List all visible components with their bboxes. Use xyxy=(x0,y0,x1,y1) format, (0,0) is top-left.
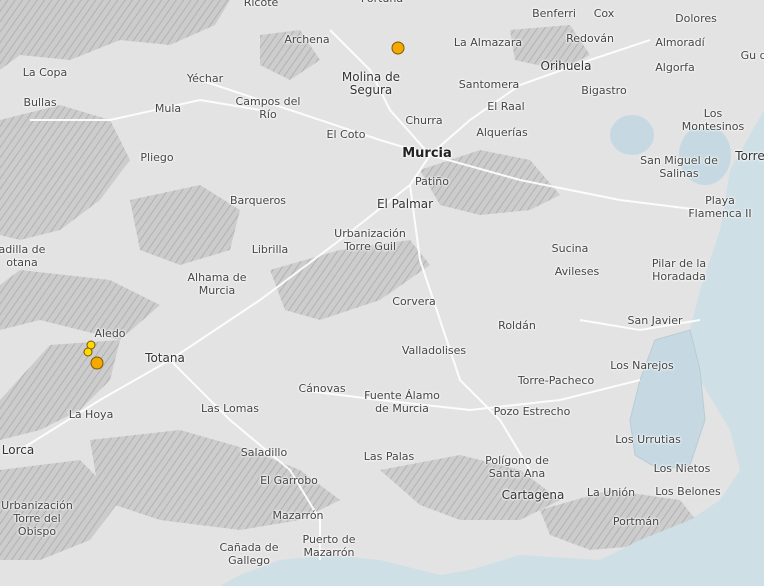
place-label-la-hoya: La Hoya xyxy=(68,408,114,421)
place-label-los-nietos: Los Nietos xyxy=(653,462,711,475)
place-label-poligono: Polígono de Santa Ana xyxy=(485,454,549,480)
place-label-mazarron: Mazarrón xyxy=(272,509,324,522)
place-label-churra: Churra xyxy=(405,114,443,127)
place-label-avileses: Avileses xyxy=(554,265,600,278)
place-label-torrevieja: Torre xyxy=(735,149,764,163)
map-marker-aledo-2[interactable] xyxy=(83,347,93,357)
place-label-murcia: Murcia xyxy=(402,146,452,161)
place-label-la-union: La Unión xyxy=(586,486,636,499)
place-label-puerto-mazarron: Puerto de Mazarrón xyxy=(302,533,356,559)
place-label-redovan: Redován xyxy=(566,32,614,45)
place-label-guardamar: Gu de xyxy=(740,49,764,62)
map-marker-aledo-3[interactable] xyxy=(90,356,104,370)
place-label-los-montesinos: Los Montesinos xyxy=(681,107,745,133)
place-label-mula: Mula xyxy=(154,102,182,115)
place-label-bigastro: Bigastro xyxy=(581,84,627,97)
place-label-ricote: Ricote xyxy=(243,0,279,9)
place-label-roldan: Roldán xyxy=(498,319,536,332)
place-label-valladolises: Valladolises xyxy=(401,344,467,357)
place-label-fuente-alamo: Fuente Álamo de Murcia xyxy=(364,389,440,415)
place-label-librilla: Librilla xyxy=(251,243,289,256)
place-label-pozo-estrecho: Pozo Estrecho xyxy=(493,405,571,418)
place-label-las-palas: Las Palas xyxy=(363,450,415,463)
place-label-los-narejos: Los Narejos xyxy=(610,359,674,372)
place-label-bullas: Bullas xyxy=(23,96,57,109)
place-label-lorca: Lorca xyxy=(1,443,35,457)
place-label-benferri: Benferri xyxy=(532,7,576,20)
place-label-barqueros: Barqueros xyxy=(229,194,287,207)
place-label-cartagena: Cartagena xyxy=(501,488,565,502)
map-canvas[interactable]: Ricote Fortuna Benferri Cox Dolores Archena La… xyxy=(0,0,764,586)
place-label-urb-torre-obispo: Urbanización Torre del Obispo xyxy=(1,499,73,538)
place-label-las-lomas: Las Lomas xyxy=(201,402,259,415)
place-label-campos-del-rio: Campos del Río xyxy=(235,95,301,121)
place-label-santomera: Santomera xyxy=(458,78,520,91)
place-label-cox: Cox xyxy=(593,7,615,20)
place-label-molina: Molina de Segura xyxy=(341,70,401,97)
place-label-san-miguel: San Miguel de Salinas xyxy=(640,154,718,180)
place-label-la-almazara: La Almazara xyxy=(453,36,523,49)
place-label-archena: Archena xyxy=(284,33,330,46)
place-label-dolores: Dolores xyxy=(675,12,717,25)
place-label-los-urrutias: Los Urrutias xyxy=(615,433,681,446)
place-label-alquerias: Alquerías xyxy=(476,126,528,139)
salt-lagoon-1 xyxy=(610,115,654,155)
place-label-pliego: Pliego xyxy=(140,151,174,164)
place-label-pilar-horadada: Pilar de la Horadada xyxy=(651,257,707,283)
place-label-totana: Totana xyxy=(145,351,185,365)
place-label-orihuela: Orihuela xyxy=(540,59,592,73)
place-label-zarcilla: adilla de otana xyxy=(0,243,46,269)
place-label-san-javier: San Javier xyxy=(627,314,683,327)
place-label-algorfa: Algorfa xyxy=(655,61,695,74)
place-label-yechar: Yéchar xyxy=(186,72,224,85)
place-label-patino: Patiño xyxy=(415,175,449,188)
place-label-urb-torre-guil: Urbanización Torre Guil xyxy=(334,227,406,253)
map-marker-molina[interactable] xyxy=(391,41,405,55)
place-label-el-coto: El Coto xyxy=(326,128,366,141)
place-label-corvera: Corvera xyxy=(392,295,436,308)
place-label-el-raal: El Raal xyxy=(487,100,525,113)
place-label-almoradi: Almoradí xyxy=(655,36,705,49)
place-label-fortuna: Fortuna xyxy=(361,0,403,5)
place-label-playa-flamenca: Playa Flamenca II xyxy=(688,194,752,220)
place-label-el-garrobo: El Garrobo xyxy=(260,474,318,487)
place-label-alhama: Alhama de Murcia xyxy=(187,271,247,297)
place-label-aledo: Aledo xyxy=(94,327,126,340)
place-label-torre-pacheco: Torre-Pacheco xyxy=(517,374,595,387)
place-label-el-palmar: El Palmar xyxy=(376,197,434,211)
place-label-los-belones: Los Belones xyxy=(655,485,721,498)
place-label-portman: Portmán xyxy=(612,515,660,528)
place-label-la-copa: La Copa xyxy=(22,66,68,79)
place-label-sucina: Sucina xyxy=(551,242,589,255)
place-label-canovas: Cánovas xyxy=(298,382,346,395)
place-label-canada-gallego: Cañada de Gallego xyxy=(219,541,279,567)
place-label-saladillo: Saladillo xyxy=(240,446,288,459)
